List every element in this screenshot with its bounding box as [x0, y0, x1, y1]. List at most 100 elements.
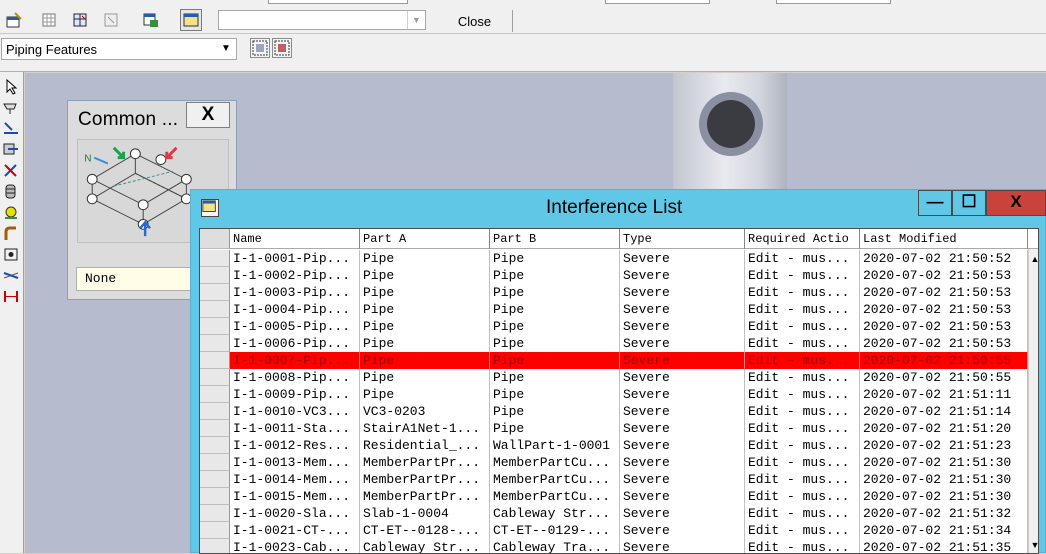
row-selector[interactable] — [200, 420, 230, 437]
row-selector[interactable] — [200, 386, 230, 403]
cell-type: Severe — [620, 437, 745, 454]
cell-name: I-1-0005-Pip... — [230, 318, 360, 335]
connect-icon[interactable] — [2, 162, 22, 181]
dimension-icon[interactable] — [2, 246, 22, 265]
select-features-icon[interactable] — [250, 38, 270, 58]
table-row[interactable]: I-1-0010-VC3... VC3-0203 Pipe Severe Edit - … — [200, 403, 1038, 420]
cell-type: Severe — [620, 369, 745, 386]
table-row[interactable]: I-1-0014-Mem... MemberPartPr... MemberPart… — [200, 471, 1038, 488]
table-row[interactable]: I-1-0005-Pip... Pipe Pipe Severe Edit - mus.… — [200, 318, 1038, 335]
column-header-name[interactable]: Name — [230, 229, 360, 249]
table-row[interactable]: I-1-0021-CT-... CT-ET--0128-... CT-ET--012… — [200, 522, 1038, 539]
row-selector[interactable] — [200, 284, 230, 301]
row-selector[interactable] — [200, 335, 230, 352]
report-icon[interactable] — [180, 9, 202, 31]
cell-last-modified: 2020-07-02 21:50:53 — [860, 267, 1028, 284]
table-row[interactable]: I-1-0001-Pip... Pipe Pipe Severe Edit - mus.… — [200, 250, 1038, 267]
bend-icon[interactable] — [2, 225, 22, 244]
row-selector[interactable] — [200, 403, 230, 420]
cell-required-action: Edit - mus... — [745, 335, 860, 352]
minimize-button[interactable]: — — [918, 190, 952, 216]
cell-part-a: VC3-0203 — [360, 403, 490, 420]
cell-part-a: CT-ET--0128-... — [360, 522, 490, 539]
cell-last-modified: 2020-07-02 21:51:11 — [860, 386, 1028, 403]
table-row[interactable]: I-1-0008-Pip... Pipe Pipe Severe Edit - mus.… — [200, 369, 1038, 386]
row-selector[interactable] — [200, 318, 230, 335]
column-header-type[interactable]: Type — [620, 229, 745, 249]
row-selector[interactable] — [200, 267, 230, 284]
cell-part-b: Pipe — [490, 301, 620, 318]
column-header-last-modified[interactable]: Last Modified — [860, 229, 1028, 249]
table-row[interactable]: I-1-0013-Mem... MemberPartPr... MemberPart… — [200, 454, 1038, 471]
select-parts-icon[interactable] — [272, 38, 292, 58]
table-row[interactable]: I-1-0011-Sta... StairA1Net-1... Pipe Severe… — [200, 420, 1038, 437]
window-close-button[interactable]: X — [986, 190, 1046, 216]
table-row[interactable]: I-1-0007-Pip... Pipe Pipe Severe Edit - mus.… — [200, 352, 1038, 369]
window-app-icon[interactable] — [201, 199, 219, 217]
route-icon[interactable] — [2, 99, 22, 118]
valve-icon[interactable] — [2, 183, 22, 202]
interference-grid[interactable]: Name Part A Part B Type Required Actio L… — [199, 228, 1039, 554]
cell-type: Severe — [620, 267, 745, 284]
vertical-scrollbar[interactable]: ▲ ▼ — [1028, 249, 1038, 553]
table-row[interactable]: I-1-0015-Mem... MemberPartPr... MemberPart… — [200, 488, 1038, 505]
layout-icon[interactable] — [69, 9, 91, 31]
row-selector[interactable] — [200, 505, 230, 522]
export-icon[interactable] — [140, 9, 162, 31]
filter-combo[interactable]: ▼ — [218, 10, 426, 30]
row-selector[interactable] — [200, 301, 230, 318]
column-header-required-action[interactable]: Required Actio — [745, 229, 860, 249]
feature-select[interactable]: Piping Features ▼ — [1, 38, 237, 60]
table-row[interactable]: I-1-0012-Res... Residential_... WallPart-1… — [200, 437, 1038, 454]
insert-split-icon[interactable] — [2, 288, 22, 307]
insert-component-icon[interactable] — [2, 120, 22, 139]
select-pointer-icon[interactable] — [2, 78, 22, 97]
column-header-part-a[interactable]: Part A — [360, 229, 490, 249]
cell-last-modified: 2020-07-02 21:50:53 — [860, 335, 1028, 352]
scroll-down-arrow-icon[interactable]: ▼ — [1029, 539, 1038, 551]
column-header-part-b[interactable]: Part B — [490, 229, 620, 249]
table-row[interactable]: I-1-0020-Sla... Slab-1-0004 Cableway Str..… — [200, 505, 1038, 522]
row-selector[interactable] — [200, 522, 230, 539]
close-button[interactable]: Close — [437, 10, 513, 32]
row-selector[interactable] — [200, 437, 230, 454]
grid-view-icon[interactable] — [38, 9, 60, 31]
table-row[interactable]: I-1-0004-Pip... Pipe Pipe Severe Edit - mus.… — [200, 301, 1038, 318]
cell-name: I-1-0010-VC3... — [230, 403, 360, 420]
common-panel-close-button[interactable]: X — [186, 102, 230, 128]
table-row[interactable]: I-1-0009-Pip... Pipe Pipe Severe Edit - mus.… — [200, 386, 1038, 403]
chevron-down-icon[interactable]: ▼ — [217, 40, 235, 58]
row-selector[interactable] — [200, 454, 230, 471]
cell-type: Severe — [620, 335, 745, 352]
cell-part-a: Pipe — [360, 301, 490, 318]
table-row[interactable]: I-1-0023-Cab... Cableway Str... Cableway T… — [200, 539, 1038, 553]
cell-part-a: StairA1Net-1... — [360, 420, 490, 437]
cell-type: Severe — [620, 386, 745, 403]
chevron-down-icon[interactable]: ▼ — [407, 11, 425, 29]
table-row[interactable]: I-1-0006-Pip... Pipe Pipe Severe Edit - mus.… — [200, 335, 1038, 352]
select-all-corner[interactable] — [200, 229, 230, 249]
cell-last-modified: 2020-07-02 21:51:34 — [860, 522, 1028, 539]
cell-part-a: Residential_... — [360, 437, 490, 454]
maximize-button[interactable]: ☐ — [952, 190, 986, 216]
row-selector[interactable] — [200, 539, 230, 553]
scroll-up-arrow-icon[interactable]: ▲ — [1029, 253, 1038, 265]
cell-name: I-1-0014-Mem... — [230, 471, 360, 488]
row-selector[interactable] — [200, 250, 230, 267]
cell-name: I-1-0001-Pip... — [230, 250, 360, 267]
support-icon[interactable] — [2, 204, 22, 223]
cell-name: I-1-0006-Pip... — [230, 335, 360, 352]
row-selector[interactable] — [200, 352, 230, 369]
clear-icon[interactable] — [100, 9, 122, 31]
row-selector[interactable] — [200, 369, 230, 386]
svg-text:N: N — [84, 154, 91, 165]
cell-part-b: CT-ET--0129-... — [490, 522, 620, 539]
pipe-fitting-icon[interactable] — [2, 141, 22, 160]
row-selector[interactable] — [200, 488, 230, 505]
row-selector[interactable] — [200, 471, 230, 488]
table-row[interactable]: I-1-0002-Pip... Pipe Pipe Severe Edit - mus.… — [200, 267, 1038, 284]
cell-part-b: WallPart-1-0001 — [490, 437, 620, 454]
properties-icon[interactable] — [3, 9, 25, 31]
table-row[interactable]: I-1-0003-Pip... Pipe Pipe Severe Edit - mus.… — [200, 284, 1038, 301]
split-icon[interactable] — [2, 267, 22, 286]
